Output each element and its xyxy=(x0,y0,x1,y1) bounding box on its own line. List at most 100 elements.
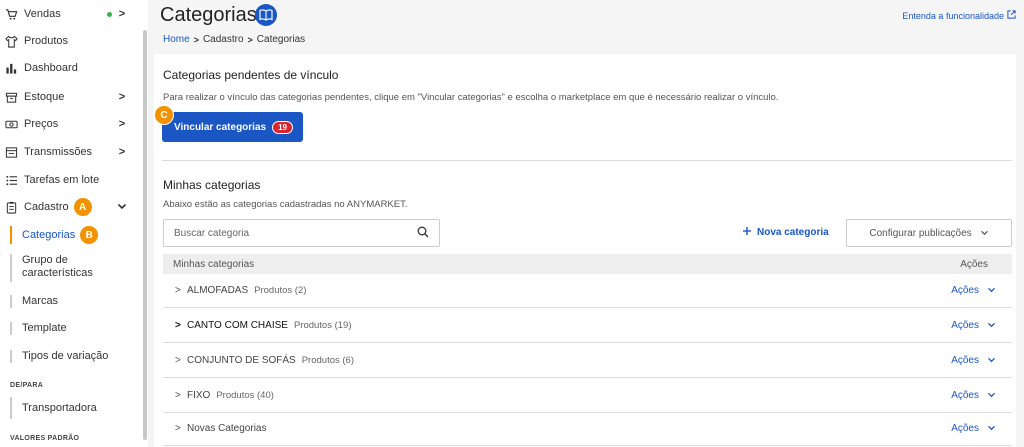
sidebar-item-vendas[interactable]: Vendas > xyxy=(0,6,140,22)
chevron-right-icon[interactable]: > xyxy=(175,285,187,296)
new-category-label: Nova categoria xyxy=(757,227,829,238)
chevron-right-icon[interactable]: > xyxy=(175,320,187,331)
chevron-down-icon xyxy=(987,285,996,296)
sidebar-scrollbar[interactable] xyxy=(143,30,147,440)
step-badge-c: C xyxy=(154,105,174,125)
row-actions-dropdown[interactable]: Ações xyxy=(951,355,996,366)
chevron-right-icon: > xyxy=(118,118,126,130)
sidebar-subitem-grupo[interactable]: Grupo de características xyxy=(10,254,140,282)
table-row[interactable]: > CONJUNTO DE SOFÁS Produtos (6) Ações xyxy=(163,344,1012,378)
sidebar-item-precos[interactable]: Preços > xyxy=(0,116,140,132)
category-name: CONJUNTO DE SOFÁS xyxy=(187,355,296,366)
sidebar-subitem-marcas[interactable]: Marcas xyxy=(10,295,140,308)
chevron-right-icon[interactable]: > xyxy=(175,423,187,434)
sidebar-subitem-label: Template xyxy=(22,322,67,334)
sidebar-item-label: Produtos xyxy=(24,35,69,47)
sidebar-item-transmissoes[interactable]: Transmissões > xyxy=(0,144,140,160)
sidebar-section-depara: DE/PARA xyxy=(10,382,44,389)
new-category-button[interactable]: Nova categoria xyxy=(742,226,829,239)
category-count: Produtos (19) xyxy=(293,320,352,331)
actions-label: Ações xyxy=(951,320,979,331)
sidebar-subitem-label: Tipos de variação xyxy=(22,350,109,362)
actions-label: Ações xyxy=(951,355,979,366)
sidebar-item-dashboard[interactable]: Dashboard xyxy=(0,60,140,76)
category-count: Produtos (40) xyxy=(216,390,274,401)
category-name: CANTO COM CHAISE xyxy=(187,320,288,331)
search-icon[interactable] xyxy=(417,226,429,241)
category-name: Novas Categorias xyxy=(187,423,267,434)
chevron-right-icon: > xyxy=(247,34,253,45)
breadcrumb-home[interactable]: Home xyxy=(163,34,190,45)
table-row[interactable]: > FIXO Produtos (40) Ações xyxy=(163,379,1012,413)
search-input[interactable] xyxy=(174,227,394,239)
chevron-down-icon xyxy=(987,390,996,401)
sidebar-item-estoque[interactable]: Estoque > xyxy=(0,89,140,105)
pending-count-badge: 19 xyxy=(272,120,293,134)
step-badge-a: A xyxy=(72,197,93,217)
row-actions-dropdown[interactable]: Ações xyxy=(951,423,996,434)
actions-label: Ações xyxy=(951,285,979,296)
transmission-icon xyxy=(4,145,18,159)
status-dot xyxy=(107,11,112,17)
category-count: Produtos (2) xyxy=(254,285,307,296)
sidebar-item-produtos[interactable]: Produtos xyxy=(0,33,140,49)
my-categories-description: Abaixo estão as categorias cadastradas n… xyxy=(163,199,408,210)
table-row[interactable]: > Novas Categorias Ações xyxy=(163,412,1012,446)
sidebar-subitem-categorias[interactable]: Categorias B xyxy=(10,225,140,245)
plus-icon xyxy=(742,226,752,239)
breadcrumb-cadastro[interactable]: Cadastro xyxy=(203,34,244,45)
sidebar-item-label: Tarefas em lote xyxy=(24,174,100,186)
button-label: Vincular categorias xyxy=(174,121,267,133)
sidebar-item-label: Cadastro xyxy=(24,201,69,213)
column-header-name: Minhas categorias xyxy=(173,258,255,270)
chevron-down-icon xyxy=(987,423,996,434)
table-row[interactable]: > CANTO COM CHAISE Produtos (19) Ações xyxy=(163,309,1012,343)
book-icon[interactable] xyxy=(255,4,277,26)
actions-label: Ações xyxy=(951,423,979,434)
sidebar-subitem-tipos-variacao[interactable]: Tipos de variação xyxy=(10,350,140,363)
box-icon xyxy=(4,90,18,104)
bar-chart-icon xyxy=(4,61,18,75)
sidebar-subitem-template[interactable]: Template xyxy=(10,322,140,335)
configure-publications-button[interactable]: Configurar publicações xyxy=(846,219,1012,247)
chevron-right-icon: > xyxy=(193,34,199,45)
sidebar-item-cadastro[interactable]: Cadastro A xyxy=(0,197,140,217)
sidebar: Vendas > Produtos Dashboard Estoque > Pr… xyxy=(0,0,148,447)
chevron-right-icon: > xyxy=(118,146,126,158)
step-badge-b: B xyxy=(79,225,100,245)
sidebar-subitem-label: Grupo de características xyxy=(22,254,93,279)
breadcrumb: Home > Cadastro > Categorias xyxy=(163,34,305,45)
row-actions-dropdown[interactable]: Ações xyxy=(951,320,996,331)
sidebar-subitem-label: Marcas xyxy=(22,295,59,307)
row-actions-dropdown[interactable]: Ações xyxy=(951,390,996,401)
feature-help-link[interactable]: Entenda a funcionalidade xyxy=(902,10,1016,21)
category-count: Produtos (6) xyxy=(301,355,354,366)
chevron-right-icon[interactable]: > xyxy=(175,355,187,366)
pending-description: Para realizar o vínculo das categorias p… xyxy=(163,92,779,103)
table-row[interactable]: > ALMOFADAS Produtos (2) Ações xyxy=(163,274,1012,308)
chevron-down-icon xyxy=(980,228,989,239)
category-name: FIXO xyxy=(187,390,211,401)
chevron-right-icon: > xyxy=(118,91,126,103)
money-icon xyxy=(4,117,18,131)
sidebar-subitem-label: Categorias xyxy=(22,228,76,241)
link-categories-button[interactable]: Vincular categorias 19 xyxy=(162,112,303,142)
sidebar-item-tarefas[interactable]: Tarefas em lote xyxy=(0,172,140,188)
main-content: Categorias Entenda a funcionalidade Home… xyxy=(148,0,1024,447)
chevron-down-icon xyxy=(116,201,128,213)
sidebar-subitem-transportadora[interactable]: Transportadora xyxy=(10,397,140,419)
clipboard-icon xyxy=(4,200,18,214)
sidebar-item-label: Estoque xyxy=(24,91,65,103)
chevron-right-icon[interactable]: > xyxy=(175,390,187,401)
sidebar-section-valores: VALORES PADRÃO xyxy=(10,435,80,442)
sidebar-subitem-label: Transportadora xyxy=(22,402,97,414)
config-label: Configurar publicações xyxy=(869,227,972,239)
row-actions-dropdown[interactable]: Ações xyxy=(951,285,996,296)
my-categories-title: Minhas categorias xyxy=(163,178,261,192)
category-name: ALMOFADAS xyxy=(187,285,249,296)
feature-link-label: Entenda a funcionalidade xyxy=(902,10,1004,21)
pending-title: Categorias pendentes de vínculo xyxy=(163,68,339,82)
sidebar-item-label: Dashboard xyxy=(24,62,78,74)
chevron-right-icon: > xyxy=(118,8,126,20)
content-card: Categorias pendentes de vínculo Para rea… xyxy=(154,54,1016,447)
